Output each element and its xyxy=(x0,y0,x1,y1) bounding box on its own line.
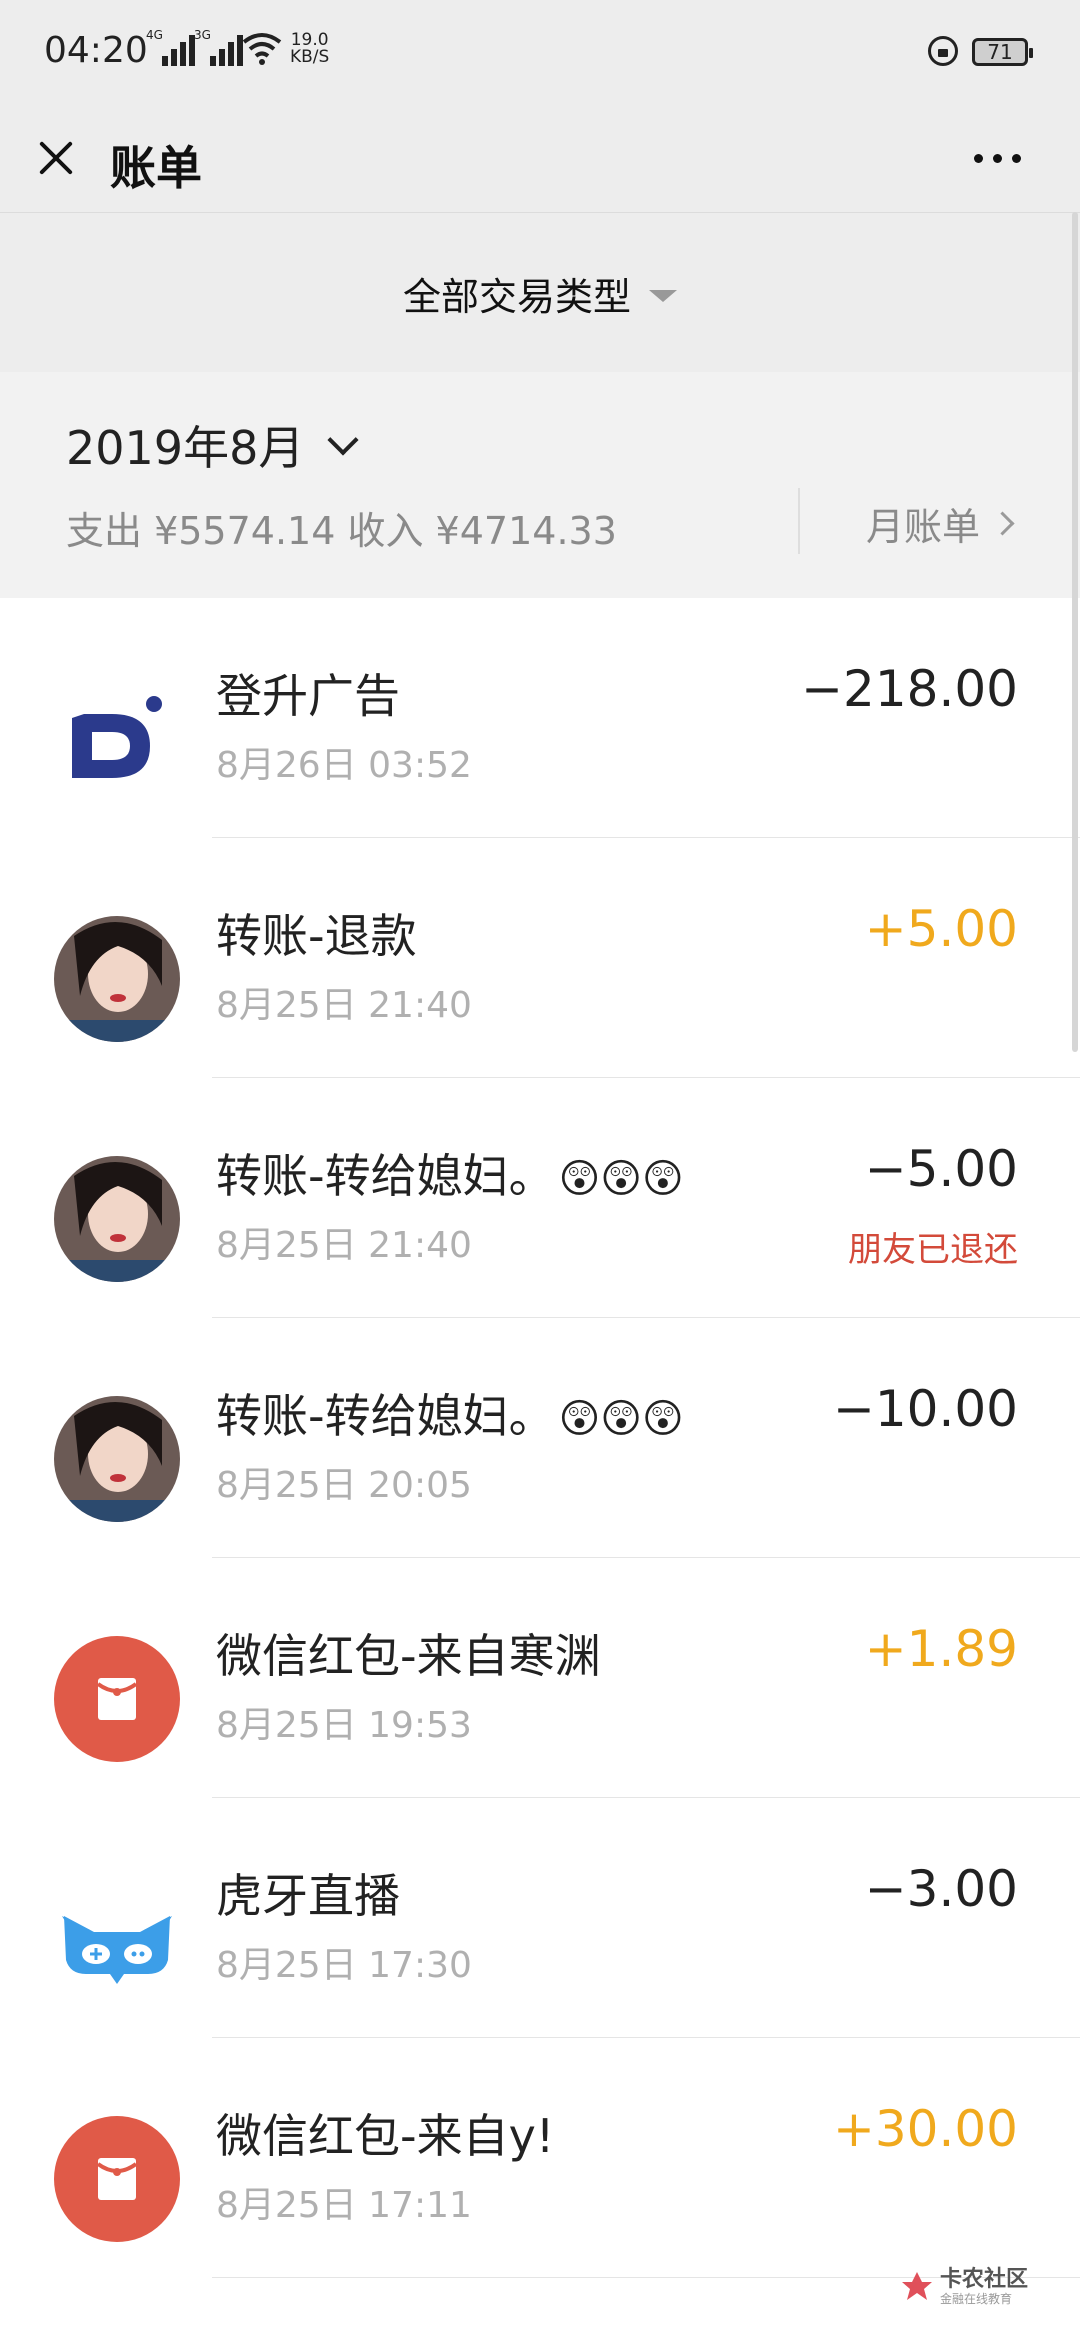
transaction-status: 朋友已退还 xyxy=(848,1230,1018,1270)
red-packet-icon xyxy=(54,2116,180,2242)
transaction-title: 微信红包-来自y! xyxy=(216,2109,555,2163)
transaction-title: 转账-退款 xyxy=(216,909,417,963)
transaction-title: 微信红包-来自寒渊 xyxy=(216,1629,601,1683)
transaction-time: 8月25日 17:30 xyxy=(216,1945,472,1986)
transaction-row[interactable]: 虎牙直播 8月25日 17:30 −3.00 xyxy=(0,1798,1080,2038)
month-header: 2019年8月 支出 ¥5574.14 收入 ¥4714.33 月账单 xyxy=(0,372,1080,598)
transaction-list: 登升广告 8月26日 03:52 −218.00 转账-退款 8月25日 21:… xyxy=(0,598,1080,2278)
watermark-main: 卡农社区 xyxy=(940,2267,1029,2292)
user-avatar xyxy=(54,916,180,1042)
transaction-amount: +30.00 xyxy=(832,2100,1018,2158)
transaction-time: 8月25日 21:40 xyxy=(216,1225,472,1266)
cellular-signal-icon: 4G xyxy=(146,28,195,66)
status-time: 04:20 xyxy=(44,30,148,71)
caret-down-icon xyxy=(649,290,677,302)
transaction-amount: +5.00 xyxy=(864,900,1018,958)
red-packet-icon xyxy=(54,1636,180,1762)
transaction-row[interactable]: 微信红包-来自y! 8月25日 17:11 +30.00 xyxy=(0,2038,1080,2278)
app-logo-icon xyxy=(54,676,180,802)
transaction-amount: −10.00 xyxy=(832,1380,1018,1438)
cellular-signal-icon-2: 3G xyxy=(194,28,243,66)
transaction-amount: −218.00 xyxy=(801,660,1018,718)
more-options-icon[interactable] xyxy=(974,148,1034,168)
transaction-time: 8月25日 21:40 xyxy=(216,985,472,1026)
user-avatar xyxy=(54,1396,180,1522)
divider xyxy=(798,488,800,554)
transaction-row[interactable]: 转账-退款 8月25日 21:40 +5.00 xyxy=(0,838,1080,1078)
filter-label: 全部交易类型 xyxy=(402,274,631,319)
transaction-row[interactable]: 微信红包-来自寒渊 8月25日 19:53 +1.89 xyxy=(0,1558,1080,1798)
filter-bar: 全部交易类型 xyxy=(0,212,1080,373)
status-bar: 04:20 4G 3G 19.0 KB/S 71 xyxy=(0,0,1080,108)
watermark-logo-icon xyxy=(902,2272,932,2300)
nav-bar: 账单 xyxy=(0,108,1080,212)
rotation-lock-icon xyxy=(928,36,958,66)
transaction-amount: +1.89 xyxy=(864,1620,1018,1678)
transaction-time: 8月26日 03:52 xyxy=(216,745,472,786)
transaction-title: 转账-转给媳妇。 😲😲😲 xyxy=(216,1149,684,1203)
wifi-icon xyxy=(242,33,282,65)
watermark-sub: 金融在线教育 xyxy=(940,2292,1013,2306)
month-picker[interactable]: 2019年8月 xyxy=(66,412,359,478)
transaction-time: 8月25日 17:11 xyxy=(216,2185,472,2226)
transaction-amount: −5.00 xyxy=(864,1140,1018,1198)
transaction-type-filter[interactable]: 全部交易类型 xyxy=(0,213,1080,373)
chevron-down-icon xyxy=(327,424,359,456)
month-label: 2019年8月 xyxy=(66,421,305,475)
month-summary: 支出 ¥5574.14 收入 ¥4714.33 xyxy=(66,509,617,553)
battery-icon: 71 xyxy=(972,38,1033,66)
transaction-row[interactable]: 登升广告 8月26日 03:52 −218.00 xyxy=(0,598,1080,838)
transaction-title: 虎牙直播 xyxy=(216,1869,400,1923)
chevron-right-icon xyxy=(990,511,1015,536)
monthly-bill-link[interactable]: 月账单 xyxy=(866,496,1015,551)
transaction-time: 8月25日 20:05 xyxy=(216,1465,472,1506)
network-speed: 19.0 KB/S xyxy=(290,30,330,67)
watermark: 卡农社区 金融在线教育 xyxy=(900,2268,1028,2306)
transaction-row[interactable]: 转账-转给媳妇。 😲😲😲 8月25日 21:40 −5.00 朋友已退还 xyxy=(0,1078,1080,1318)
page-title: 账单 xyxy=(110,141,202,195)
user-avatar xyxy=(54,1156,180,1282)
huya-logo-icon xyxy=(54,1876,180,2002)
close-icon[interactable] xyxy=(30,132,82,184)
transaction-title: 登升广告 xyxy=(216,669,400,723)
monthly-bill-label: 月账单 xyxy=(866,505,981,549)
transaction-row[interactable]: 转账-转给媳妇。 😲😲😲 8月25日 20:05 −10.00 xyxy=(0,1318,1080,1558)
scrollbar[interactable] xyxy=(1072,212,1078,1052)
transaction-amount: −3.00 xyxy=(864,1860,1018,1918)
transaction-title: 转账-转给媳妇。 😲😲😲 xyxy=(216,1389,684,1443)
transaction-time: 8月25日 19:53 xyxy=(216,1705,472,1746)
